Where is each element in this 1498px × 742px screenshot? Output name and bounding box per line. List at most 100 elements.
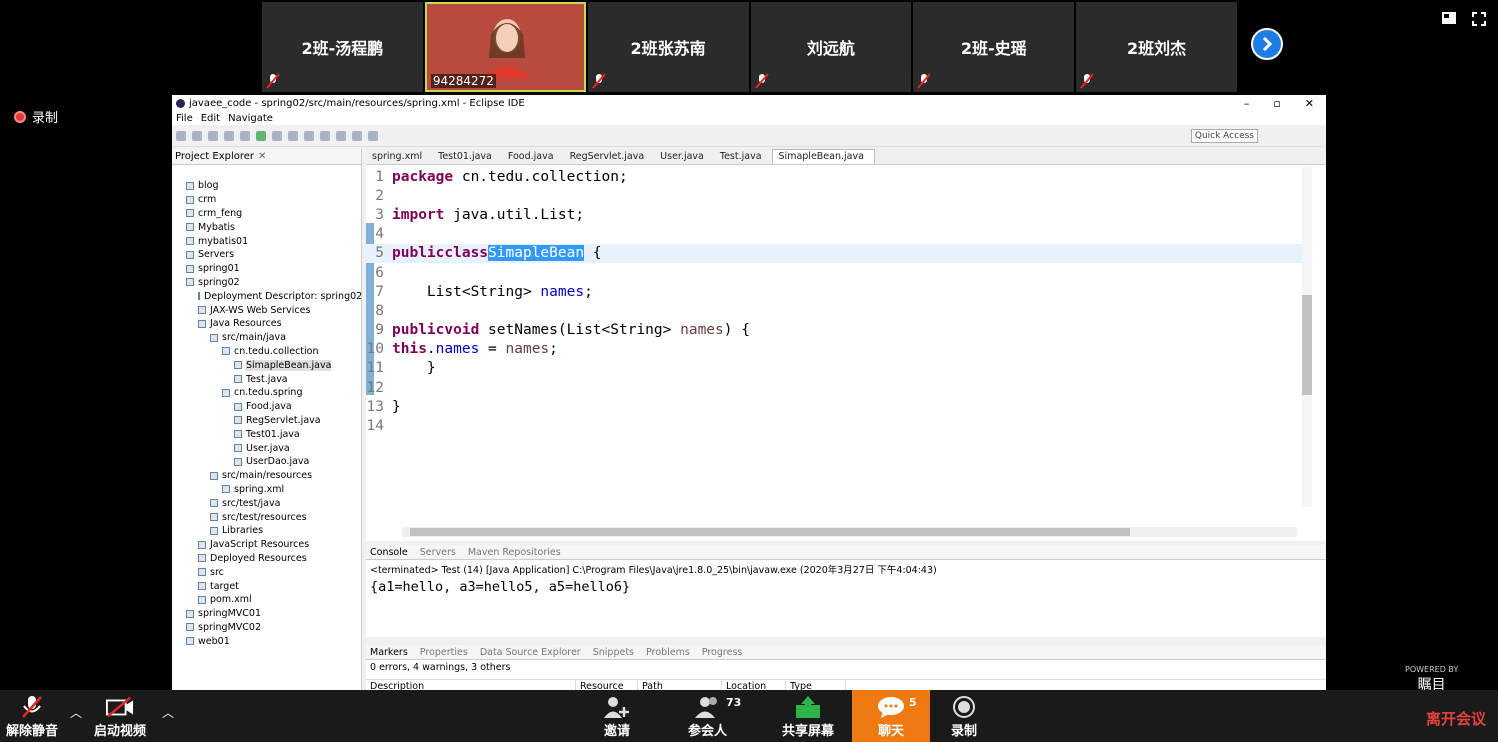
column-location[interactable]: Location bbox=[722, 680, 786, 690]
chevron-up-icon[interactable]: ︿ bbox=[162, 704, 174, 721]
editor-tab[interactable]: User.java bbox=[654, 150, 714, 164]
tree-item[interactable]: crm_feng bbox=[172, 207, 361, 221]
editor-tab[interactable]: SimapleBean.java bbox=[771, 149, 875, 164]
tree-item[interactable]: target bbox=[172, 579, 361, 593]
column-description[interactable]: Description bbox=[366, 680, 576, 690]
participant-tile[interactable]: 2班-史瑶 bbox=[913, 2, 1075, 92]
tab-properties[interactable]: Properties bbox=[420, 647, 468, 658]
unmute-button[interactable]: 解除静音 bbox=[6, 694, 58, 739]
tree-item[interactable]: RegServlet.java bbox=[172, 414, 361, 428]
tab-maven-repositories[interactable]: Maven Repositories bbox=[468, 547, 561, 558]
tree-item[interactable]: Libraries bbox=[172, 524, 361, 538]
editor-tab[interactable]: Test01.java bbox=[432, 150, 502, 164]
vertical-scrollbar[interactable] bbox=[1302, 167, 1312, 507]
open-type-icon[interactable] bbox=[320, 130, 330, 141]
share-screen-button[interactable]: 共享屏幕 bbox=[782, 694, 834, 739]
tree-item[interactable]: src/test/java bbox=[172, 496, 361, 510]
tree-item[interactable]: mybatis01 bbox=[172, 234, 361, 248]
participant-video-tile[interactable]: 94284272 bbox=[424, 2, 586, 92]
code-area[interactable]: 1 package cn.tedu.collection; 2 3 import j… bbox=[366, 167, 1306, 436]
search-icon[interactable] bbox=[336, 130, 346, 141]
tree-item[interactable]: src bbox=[172, 565, 361, 579]
next-page-button[interactable] bbox=[1251, 28, 1283, 60]
tree-item[interactable]: blog bbox=[172, 179, 361, 193]
editor-tab[interactable]: Test.java bbox=[714, 150, 772, 164]
explorer-title[interactable]: Project Explorer bbox=[175, 151, 254, 162]
participant-tile[interactable]: 刘远航 bbox=[750, 2, 912, 92]
editor-tab[interactable]: spring.xml bbox=[366, 150, 432, 164]
tree-item[interactable]: Deployed Resources bbox=[172, 552, 361, 566]
tree-item[interactable]: Food.java bbox=[172, 400, 361, 414]
tree-item[interactable]: SimapleBean.java bbox=[172, 358, 361, 372]
tree-item[interactable]: User.java bbox=[172, 441, 361, 455]
tree-item[interactable]: Servers bbox=[172, 248, 361, 262]
new-class-icon[interactable] bbox=[304, 130, 314, 141]
new-icon[interactable] bbox=[176, 130, 186, 141]
forward-icon[interactable] bbox=[368, 130, 378, 141]
participant-tile[interactable]: 2班-汤程鹏 bbox=[262, 2, 423, 92]
maximize-button[interactable]: ▫ bbox=[1273, 97, 1280, 110]
tree-item[interactable]: JavaScript Resources bbox=[172, 538, 361, 552]
editor-tab[interactable]: Food.java bbox=[502, 150, 564, 164]
fullscreen-icon[interactable] bbox=[1472, 12, 1486, 26]
menu-file[interactable]: File bbox=[176, 113, 193, 124]
layout-icon[interactable] bbox=[1442, 12, 1456, 24]
tree-item[interactable]: UserDao.java bbox=[172, 455, 361, 469]
tree-item[interactable]: Test01.java bbox=[172, 427, 361, 441]
column-path[interactable]: Path bbox=[638, 680, 722, 690]
save-icon[interactable] bbox=[192, 130, 202, 141]
tree-item[interactable]: src/main/java bbox=[172, 331, 361, 345]
tree-item[interactable]: Deployment Descriptor: spring02 bbox=[172, 289, 362, 303]
tree-item[interactable]: cn.tedu.collection bbox=[172, 345, 361, 359]
quick-access-input[interactable]: Quick Access bbox=[1190, 128, 1258, 143]
print-icon[interactable] bbox=[224, 130, 234, 141]
tree-item[interactable]: spring02 bbox=[172, 276, 361, 290]
participants-button[interactable]: 参会人 bbox=[688, 694, 727, 739]
editor-tab[interactable]: RegServlet.java bbox=[564, 150, 655, 164]
save-all-icon[interactable] bbox=[208, 130, 218, 141]
tree-item[interactable]: web01 bbox=[172, 634, 361, 648]
run-icon[interactable] bbox=[256, 130, 266, 141]
tree-item[interactable]: src/main/resources bbox=[172, 469, 361, 483]
horizontal-scrollbar[interactable] bbox=[402, 527, 1297, 537]
tab-problems[interactable]: Problems bbox=[646, 647, 690, 658]
coverage-icon[interactable] bbox=[272, 130, 282, 141]
menu-navigate[interactable]: Navigate bbox=[228, 113, 273, 124]
tree-item[interactable]: cn.tedu.spring bbox=[172, 386, 361, 400]
minimize-button[interactable]: – bbox=[1244, 97, 1250, 110]
scroll-thumb[interactable] bbox=[1302, 295, 1312, 395]
tree-item[interactable]: spring.xml bbox=[172, 483, 361, 497]
tab-servers[interactable]: Servers bbox=[420, 547, 456, 558]
tree-item[interactable]: pom.xml bbox=[172, 593, 361, 607]
tree-item[interactable]: Mybatis bbox=[172, 220, 361, 234]
chevron-up-icon[interactable]: ︿ bbox=[70, 704, 82, 721]
tree-item[interactable]: springMVC01 bbox=[172, 607, 361, 621]
record-button[interactable]: 录制 bbox=[950, 694, 978, 739]
invite-button[interactable]: 邀请 bbox=[603, 694, 631, 739]
leave-meeting-button[interactable]: 离开会议 bbox=[1426, 708, 1486, 729]
debug-icon[interactable] bbox=[240, 130, 250, 141]
tree-item[interactable]: springMVC02 bbox=[172, 621, 361, 635]
tree-item[interactable]: Java Resources bbox=[172, 317, 361, 331]
participant-tile[interactable]: 2班张苏南 bbox=[587, 2, 749, 92]
tab-snippets[interactable]: Snippets bbox=[593, 647, 634, 658]
start-video-button[interactable]: 启动视频 bbox=[94, 694, 146, 739]
scroll-thumb[interactable] bbox=[410, 528, 1130, 536]
tree-item[interactable]: src/test/resources bbox=[172, 510, 361, 524]
tree-item[interactable]: spring01 bbox=[172, 262, 361, 276]
column-type[interactable]: Type bbox=[786, 680, 846, 690]
tree-item[interactable]: crm bbox=[172, 193, 361, 207]
tab-markers[interactable]: Markers bbox=[370, 647, 408, 658]
menu-edit[interactable]: Edit bbox=[201, 113, 220, 124]
tree-item[interactable]: Test.java bbox=[172, 372, 361, 386]
column-resource[interactable]: Resource bbox=[576, 680, 638, 690]
back-icon[interactable] bbox=[352, 130, 362, 141]
tab-progress[interactable]: Progress bbox=[702, 647, 743, 658]
tab-data-source-explorer[interactable]: Data Source Explorer bbox=[480, 647, 581, 658]
tab-console[interactable]: Console bbox=[370, 547, 408, 558]
console-output[interactable]: {a1=hello, a3=hello5, a5=hello6} bbox=[366, 578, 1326, 596]
close-button[interactable]: ✕ bbox=[1305, 97, 1314, 110]
external-tools-icon[interactable] bbox=[288, 130, 298, 141]
chat-button[interactable]: 聊天 bbox=[852, 690, 930, 742]
close-icon[interactable]: ✕ bbox=[258, 151, 266, 162]
